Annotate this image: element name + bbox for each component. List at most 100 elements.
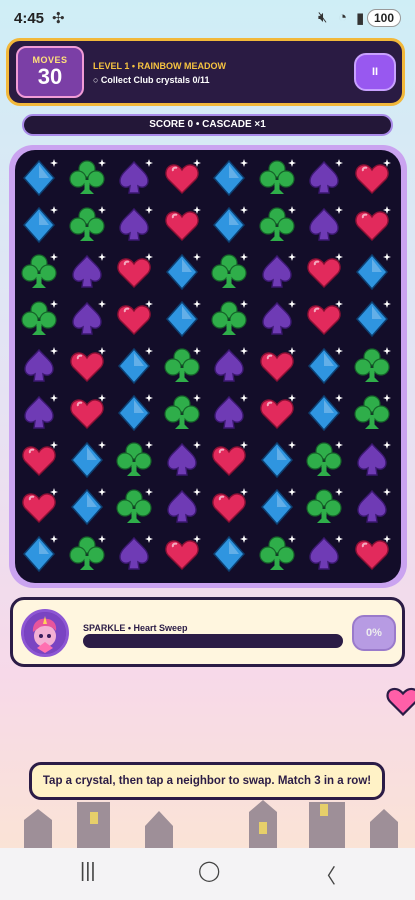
wifi-icon: ◔ <box>338 9 348 26</box>
heart-crystal[interactable] <box>350 156 394 200</box>
pause-button[interactable]: II <box>354 53 396 91</box>
club-crystal[interactable] <box>17 250 61 294</box>
heart-crystal[interactable] <box>302 297 346 341</box>
spade-crystal[interactable] <box>302 156 346 200</box>
diamond-crystal[interactable] <box>255 438 299 482</box>
signal-icon: ▮ <box>356 10 365 27</box>
diamond-crystal[interactable] <box>207 203 251 247</box>
spade-crystal[interactable] <box>112 532 156 576</box>
heart-crystal[interactable] <box>112 250 156 294</box>
board-surface <box>15 150 401 583</box>
heart-crystal[interactable] <box>350 532 394 576</box>
score-bar: SCORE 0 • CASCADE ×1 <box>22 114 393 136</box>
level-goal: ○ Collect Club crystals 0/11 <box>93 75 210 85</box>
diamond-crystal[interactable] <box>350 297 394 341</box>
heart-crystal[interactable] <box>65 391 109 435</box>
heart-crystal[interactable] <box>112 297 156 341</box>
status-bar: 4:45 ✣ 🔇︎ ◔ ▮ 100 <box>0 0 415 38</box>
unicorn-avatar <box>21 609 69 657</box>
power-progress-track <box>83 634 343 648</box>
crystal-grid <box>17 156 399 580</box>
game-board <box>9 145 407 588</box>
home-icon[interactable]: ◯ <box>198 858 220 883</box>
spade-crystal[interactable] <box>255 250 299 294</box>
heart-crystal[interactable] <box>255 391 299 435</box>
instruction-hint: Tap a crystal, then tap a neighbor to sw… <box>29 762 385 800</box>
heart-crystal[interactable] <box>160 156 204 200</box>
diamond-crystal[interactable] <box>302 391 346 435</box>
diamond-crystal[interactable] <box>17 156 61 200</box>
mute-icon: 🔇︎ <box>318 9 328 26</box>
pinwheel-icon: ✣ <box>52 10 65 27</box>
spade-crystal[interactable] <box>207 344 251 388</box>
diamond-crystal[interactable] <box>112 391 156 435</box>
club-crystal[interactable] <box>160 391 204 435</box>
spade-crystal[interactable] <box>302 532 346 576</box>
spade-crystal[interactable] <box>17 344 61 388</box>
diamond-crystal[interactable] <box>160 250 204 294</box>
club-crystal[interactable] <box>17 297 61 341</box>
spade-crystal[interactable] <box>160 438 204 482</box>
club-crystal[interactable] <box>302 438 346 482</box>
club-crystal[interactable] <box>160 344 204 388</box>
club-crystal[interactable] <box>65 203 109 247</box>
diamond-crystal[interactable] <box>17 532 61 576</box>
spade-crystal[interactable] <box>302 203 346 247</box>
diamond-crystal[interactable] <box>207 532 251 576</box>
diamond-crystal[interactable] <box>350 250 394 294</box>
diamond-crystal[interactable] <box>65 485 109 529</box>
top-hud: MOVES 30 LEVEL 1 • RAINBOW MEADOW ○ Coll… <box>6 38 405 106</box>
club-crystal[interactable] <box>350 344 394 388</box>
heart-crystal[interactable] <box>207 485 251 529</box>
club-crystal[interactable] <box>65 532 109 576</box>
level-title: LEVEL 1 • RAINBOW MEADOW <box>93 61 226 71</box>
club-crystal[interactable] <box>255 203 299 247</box>
heart-crystal[interactable] <box>350 203 394 247</box>
power-activate-button[interactable]: 0% <box>352 615 396 651</box>
recent-apps-icon[interactable]: ||| <box>80 860 96 883</box>
club-crystal[interactable] <box>350 391 394 435</box>
diamond-crystal[interactable] <box>17 203 61 247</box>
heart-crystal[interactable] <box>255 344 299 388</box>
diamond-crystal[interactable] <box>302 344 346 388</box>
system-nav-bar: ||| ◯ 〈 <box>0 848 415 900</box>
spade-crystal[interactable] <box>350 438 394 482</box>
moves-counter: MOVES 30 <box>16 46 84 98</box>
club-crystal[interactable] <box>112 438 156 482</box>
heart-crystal[interactable] <box>17 438 61 482</box>
club-crystal[interactable] <box>302 485 346 529</box>
power-title: SPARKLE • Heart Sweep <box>83 623 188 633</box>
heart-crystal[interactable] <box>207 438 251 482</box>
heart-crystal[interactable] <box>302 250 346 294</box>
moves-value: 30 <box>37 64 63 89</box>
spade-crystal[interactable] <box>65 297 109 341</box>
spade-crystal[interactable] <box>65 250 109 294</box>
club-crystal[interactable] <box>207 297 251 341</box>
diamond-crystal[interactable] <box>160 297 204 341</box>
spade-crystal[interactable] <box>160 485 204 529</box>
diamond-crystal[interactable] <box>65 438 109 482</box>
back-icon[interactable]: 〈 <box>316 860 336 889</box>
club-crystal[interactable] <box>255 156 299 200</box>
spade-crystal[interactable] <box>255 297 299 341</box>
heart-crystal[interactable] <box>160 203 204 247</box>
spade-crystal[interactable] <box>350 485 394 529</box>
spade-crystal[interactable] <box>207 391 251 435</box>
spade-crystal[interactable] <box>112 156 156 200</box>
battery-indicator: 100 <box>366 9 401 27</box>
club-crystal[interactable] <box>255 532 299 576</box>
status-time: 4:45 <box>14 10 45 27</box>
heart-crystal[interactable] <box>17 485 61 529</box>
heart-crystal[interactable] <box>160 532 204 576</box>
diamond-crystal[interactable] <box>112 344 156 388</box>
diamond-crystal[interactable] <box>255 485 299 529</box>
club-crystal[interactable] <box>112 485 156 529</box>
spade-crystal[interactable] <box>17 391 61 435</box>
diamond-crystal[interactable] <box>207 156 251 200</box>
club-crystal[interactable] <box>207 250 251 294</box>
power-panel: SPARKLE • Heart Sweep 0% <box>10 597 405 667</box>
heart-decoration-icon <box>386 687 415 717</box>
club-crystal[interactable] <box>65 156 109 200</box>
spade-crystal[interactable] <box>112 203 156 247</box>
heart-crystal[interactable] <box>65 344 109 388</box>
